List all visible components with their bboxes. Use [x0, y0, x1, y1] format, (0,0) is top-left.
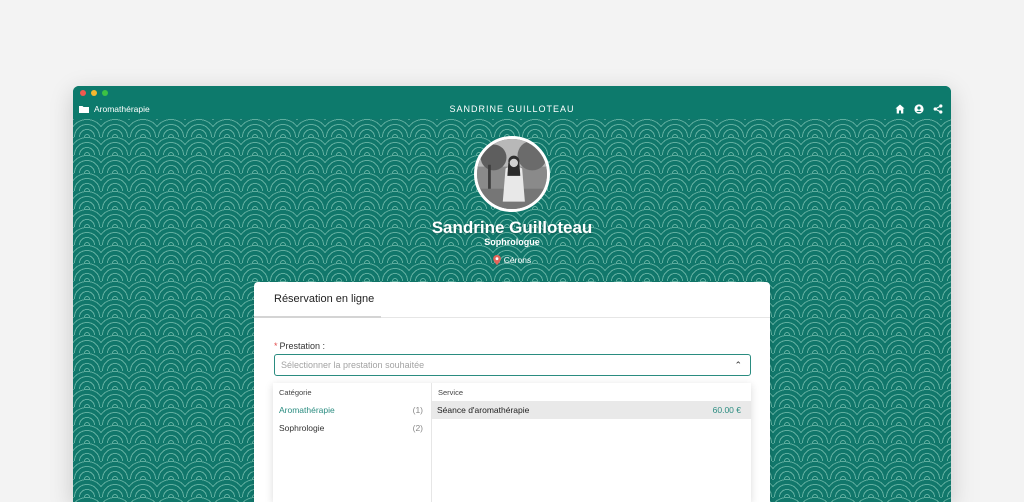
service-item[interactable]: Séance d'aromathérapie 60.00 € — [432, 401, 751, 419]
card-header: Réservation en ligne — [254, 282, 770, 318]
prestation-select[interactable]: Sélectionner la prestation souhaitée ⌃ — [274, 354, 751, 376]
maximize-window-button[interactable] — [102, 90, 108, 96]
category-column: Catégorie Aromathérapie (1) Sophrologie … — [273, 383, 432, 502]
prestation-label-text: Prestation : — [279, 341, 326, 351]
profile-role: Sophrologue — [484, 237, 540, 247]
chevron-up-icon[interactable]: ⌃ — [734, 360, 742, 371]
avatar — [474, 136, 550, 212]
home-icon[interactable] — [895, 104, 905, 114]
profile-location: Cérons — [0, 255, 1024, 265]
service-price: 60.00 € — [712, 405, 741, 415]
category-item-sophrologie[interactable]: Sophrologie (2) — [273, 419, 431, 437]
category-label: Sophrologie — [279, 423, 325, 433]
window-controls — [80, 90, 108, 96]
location-label: Cérons — [503, 255, 532, 265]
tab-online-booking[interactable]: Réservation en ligne — [274, 293, 374, 305]
close-window-button[interactable] — [80, 90, 86, 96]
title-bar: Aromathérapie SANDRINE GUILLOTEAU — [73, 86, 951, 119]
profile-photo — [477, 139, 547, 209]
profile-name: Sandrine Guilloteau — [431, 218, 593, 237]
share-icon[interactable] — [933, 104, 943, 114]
category-item-aromatherapie[interactable]: Aromathérapie (1) — [273, 401, 431, 419]
prestation-label: * Prestation : — [274, 341, 325, 351]
service-header: Service — [438, 388, 464, 397]
tab-indicator — [254, 316, 381, 318]
prestation-dropdown: Catégorie Aromathérapie (1) Sophrologie … — [273, 383, 751, 502]
location-pin-icon — [492, 255, 501, 265]
category-count: (1) — [412, 405, 423, 415]
service-label: Séance d'aromathérapie — [437, 405, 530, 415]
page-title: SANDRINE GUILLOTEAU — [449, 104, 575, 114]
user-icon[interactable] — [914, 104, 924, 114]
service-column: Service Séance d'aromathérapie 60.00 € — [432, 383, 751, 502]
select-placeholder: Sélectionner la prestation souhaitée — [281, 360, 425, 370]
category-count: (2) — [412, 423, 423, 433]
minimize-window-button[interactable] — [91, 90, 97, 96]
booking-card: Réservation en ligne * Prestation : Sélec… — [254, 282, 770, 502]
category-header: Catégorie — [279, 388, 312, 397]
toolbar — [895, 104, 943, 114]
category-label: Aromathérapie — [279, 405, 335, 415]
required-marker: * — [274, 341, 278, 351]
